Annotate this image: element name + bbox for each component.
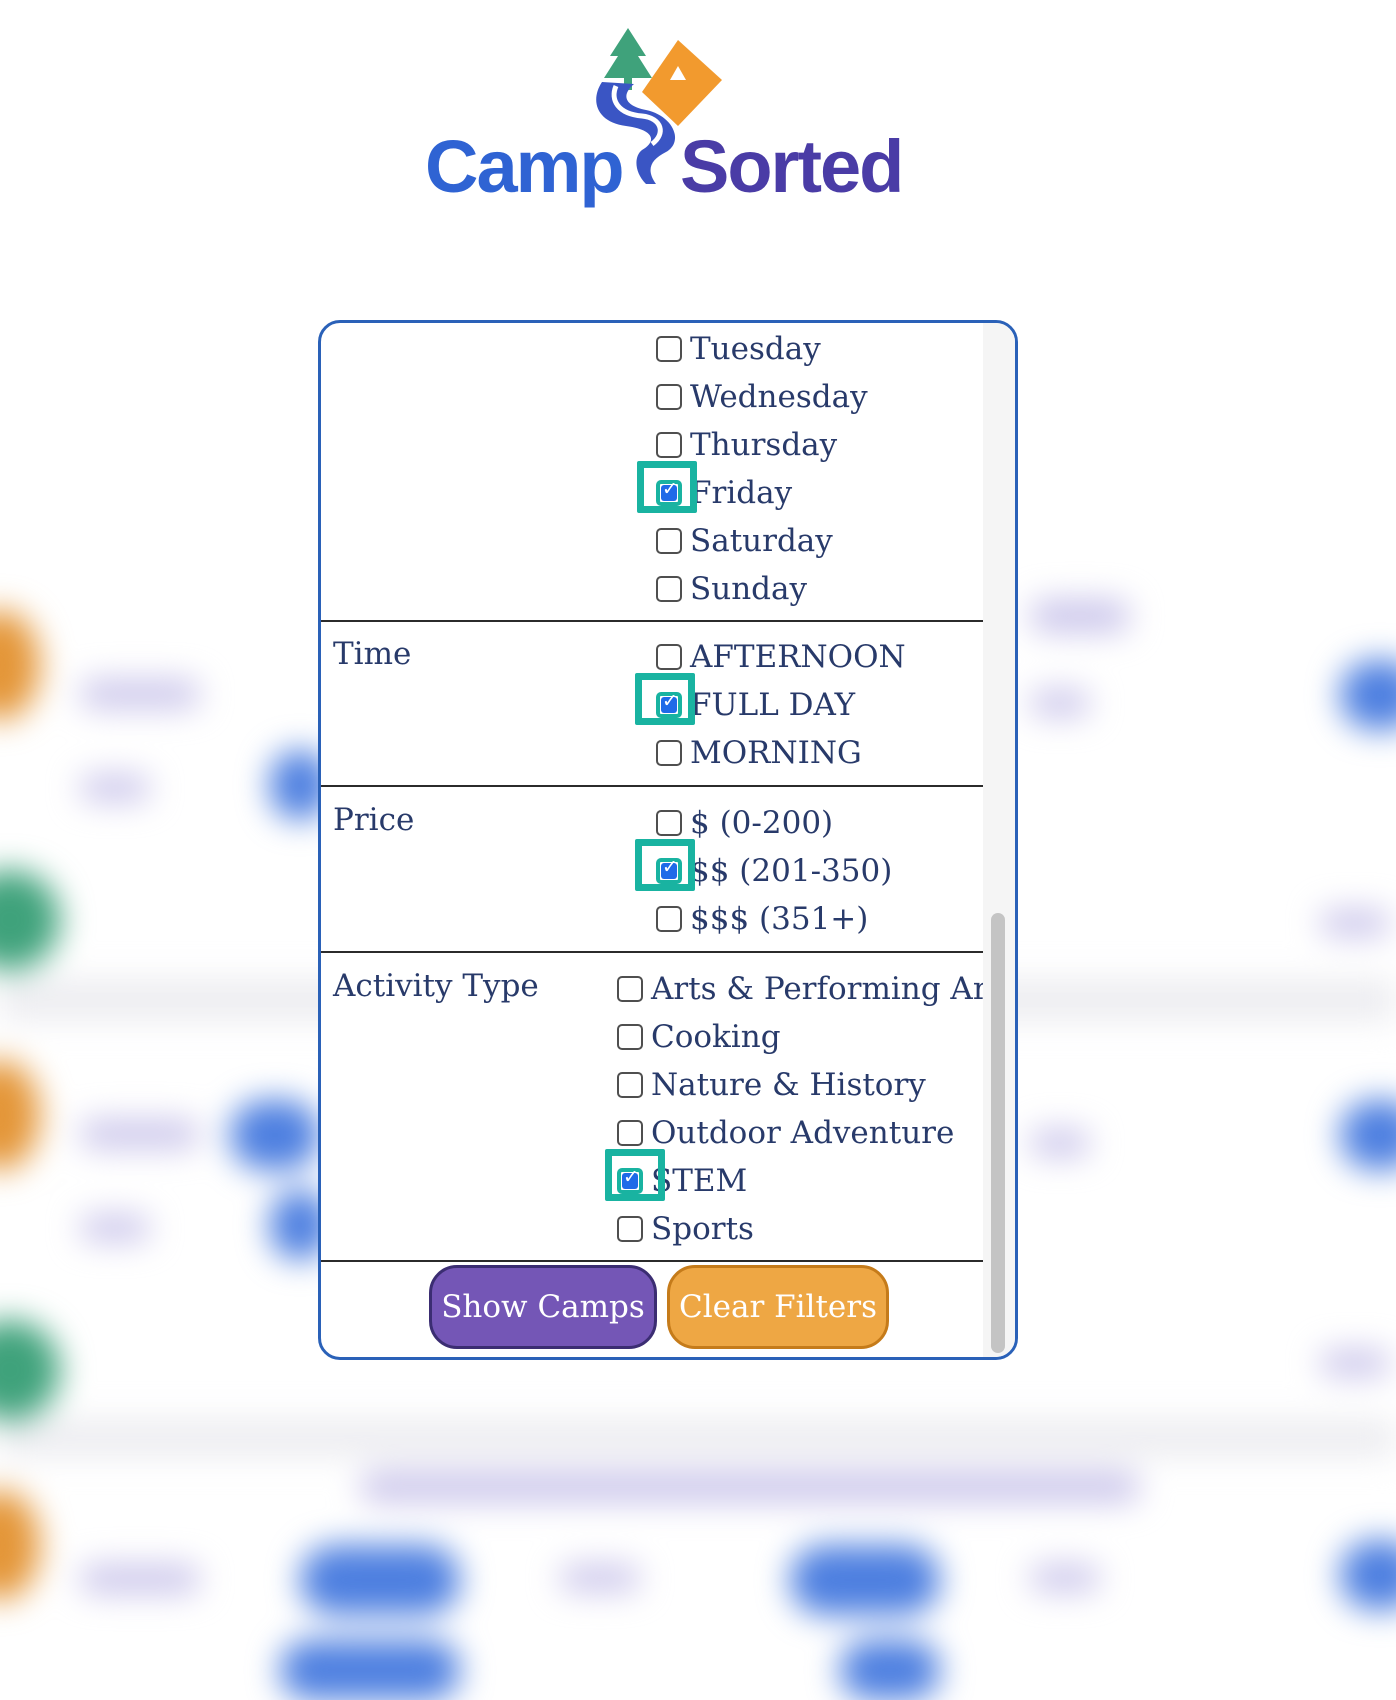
section-label-price: Price [333, 802, 415, 838]
clear-filters-button[interactable]: Clear Filters [667, 1265, 889, 1349]
checkbox[interactable] [656, 432, 682, 458]
checkbox-checked[interactable]: ✓ [617, 1166, 643, 1194]
filter-option-day[interactable]: Saturday [656, 519, 833, 563]
logo-wordmark-camp: Camp [425, 125, 625, 208]
bg-heading [360, 1472, 1140, 1502]
checkbox[interactable] [617, 1024, 643, 1050]
checkbox-checked[interactable]: ✓ [656, 690, 682, 718]
filter-option-day[interactable]: ✓ Friday [656, 471, 792, 515]
checkbox[interactable] [656, 528, 682, 554]
section-divider [321, 785, 993, 787]
filter-panel[interactable]: Tuesday Wednesday Thursday ✓ Friday Satu… [318, 320, 1018, 1360]
section-label-time: Time [333, 636, 412, 672]
checkbox[interactable] [656, 906, 682, 932]
checkmark-icon: ✓ [662, 478, 678, 500]
filter-option-time[interactable]: AFTERNOON [656, 635, 906, 679]
bg-button [790, 1545, 940, 1615]
bg-button [840, 1640, 940, 1700]
bg-avatar [0, 1490, 40, 1600]
checkbox[interactable] [656, 644, 682, 670]
bg-text [1030, 690, 1090, 716]
checkbox[interactable] [656, 740, 682, 766]
bg-button [1340, 1100, 1396, 1170]
section-divider [321, 1260, 993, 1262]
filter-option-time[interactable]: ✓ FULL DAY [656, 683, 855, 727]
checkbox[interactable] [617, 1072, 643, 1098]
bg-text [1320, 1350, 1390, 1376]
filter-option-activity[interactable]: Cooking [617, 1015, 781, 1059]
filter-option-activity[interactable]: Outdoor Adventure [617, 1111, 954, 1155]
bg-avatar [0, 870, 60, 970]
filter-option-activity[interactable]: ✓ STEM [617, 1159, 747, 1203]
filter-option-day[interactable]: Wednesday [656, 375, 868, 419]
checkmark-icon: ✓ [662, 690, 678, 712]
bg-text [80, 775, 150, 801]
bg-avatar [0, 1320, 60, 1420]
bg-text [80, 1120, 200, 1148]
checkbox[interactable] [656, 384, 682, 410]
filter-option-activity[interactable]: Nature & History [617, 1063, 926, 1107]
section-divider [321, 951, 993, 953]
filter-option-activity[interactable]: Arts & Performing Arts [617, 967, 1015, 1011]
checkbox[interactable] [656, 336, 682, 362]
bg-text [80, 1565, 200, 1593]
checkbox-checked[interactable]: ✓ [656, 856, 682, 884]
filter-option-day[interactable]: Sunday [656, 567, 807, 611]
bg-button [230, 1100, 320, 1170]
bg-band [0, 1420, 1396, 1456]
checkbox-checked[interactable]: ✓ [656, 478, 682, 506]
filter-option-time[interactable]: MORNING [656, 731, 862, 775]
bg-button [1340, 660, 1396, 730]
bg-text [1320, 910, 1390, 936]
bg-button [1340, 1540, 1396, 1610]
section-divider [321, 620, 993, 622]
bg-text [80, 1215, 150, 1241]
bg-avatar [0, 610, 40, 720]
filter-option-activity[interactable]: Sports [617, 1207, 754, 1251]
bg-button [280, 1640, 460, 1700]
section-label-activity-type: Activity Type [333, 968, 539, 1004]
bg-text [560, 1565, 640, 1591]
filter-option-day[interactable]: Tuesday [656, 327, 821, 371]
campsorted-logo[interactable]: Camp Sorted [420, 22, 940, 208]
bg-text [1030, 600, 1130, 632]
bg-text [1030, 1130, 1090, 1156]
logo-wordmark-sorted: Sorted [680, 125, 904, 208]
checkmark-icon: ✓ [662, 856, 678, 878]
show-camps-button[interactable]: Show Camps [429, 1265, 657, 1349]
checkbox[interactable] [617, 976, 643, 1002]
bg-text [1030, 1565, 1100, 1591]
checkmark-icon: ✓ [623, 1166, 639, 1188]
bg-avatar [0, 1060, 40, 1170]
checkbox[interactable] [656, 576, 682, 602]
filter-option-price[interactable]: $$$ (351+) [656, 897, 868, 941]
filter-option-price[interactable]: ✓ $$ (201-350) [656, 849, 892, 893]
bg-button [300, 1545, 460, 1615]
filter-option-price[interactable]: $ (0-200) [656, 801, 833, 845]
checkbox[interactable] [656, 810, 682, 836]
bg-text [80, 680, 200, 708]
checkbox[interactable] [617, 1120, 643, 1146]
filter-option-day[interactable]: Thursday [656, 423, 837, 467]
scrollbar-thumb[interactable] [991, 913, 1005, 1353]
checkbox[interactable] [617, 1216, 643, 1242]
